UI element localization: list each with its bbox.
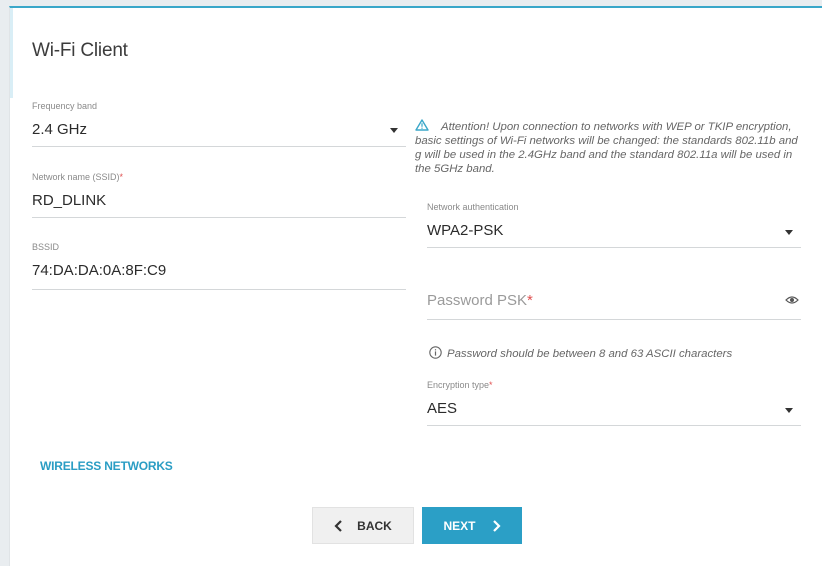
network-auth-label: Network authentication	[427, 202, 519, 212]
ssid-label: Network name (SSID)*	[32, 172, 124, 182]
password-hint-text: Password should be between 8 and 63 ASCI…	[447, 348, 733, 360]
frequency-band-select[interactable]: Frequency band 2.4 GHz	[32, 101, 406, 147]
wireless-networks-link[interactable]: WIRELESS NETWORKS	[40, 459, 173, 473]
chevron-down-icon	[390, 128, 398, 133]
bssid-field[interactable]: BSSID 74:DA:DA:0A:8F:C9	[32, 242, 406, 290]
network-auth-value: WPA2-PSK	[427, 222, 504, 239]
chevron-right-icon	[492, 519, 501, 532]
back-button[interactable]: BACK	[312, 507, 414, 544]
divider	[427, 247, 801, 248]
attention-text: Attention! Upon connection to networks w…	[415, 121, 798, 175]
next-button[interactable]: NEXT	[422, 507, 522, 544]
network-auth-select[interactable]: Network authentication WPA2-PSK	[427, 202, 801, 248]
chevron-left-icon	[334, 519, 342, 532]
divider	[32, 146, 406, 147]
ssid-value: RD_DLINK	[32, 192, 107, 209]
divider	[32, 289, 406, 290]
chevron-down-icon	[785, 408, 793, 413]
frequency-band-value: 2.4 GHz	[32, 121, 88, 138]
wifi-client-panel: Wi-Fi Client Frequency band 2.4 GHz Netw…	[9, 6, 822, 566]
frequency-band-label: Frequency band	[32, 101, 98, 111]
attention-note: Attention! Upon connection to networks w…	[415, 119, 807, 176]
info-icon	[429, 346, 442, 359]
page-title: Wi-Fi Client	[32, 40, 128, 61]
back-button-label: BACK	[357, 518, 392, 533]
next-button-label: NEXT	[443, 518, 476, 533]
bssid-value: 74:DA:DA:0A:8F:C9	[32, 262, 167, 279]
password-placeholder: Password PSK*	[427, 292, 533, 309]
warning-triangle-icon	[415, 119, 429, 131]
panel-accent	[10, 8, 13, 98]
divider	[427, 319, 801, 320]
divider	[32, 217, 406, 218]
divider	[427, 425, 801, 426]
password-psk-field[interactable]: Password PSK*	[427, 292, 801, 320]
eye-icon[interactable]	[785, 295, 799, 305]
encryption-type-select[interactable]: Encryption type* AES	[427, 380, 801, 426]
encryption-type-value: AES	[427, 400, 458, 417]
encryption-type-label: Encryption type*	[427, 380, 493, 390]
chevron-down-icon	[785, 230, 793, 235]
password-hint: Password should be between 8 and 63 ASCI…	[429, 346, 732, 360]
ssid-field[interactable]: Network name (SSID)* RD_DLINK	[32, 172, 406, 218]
bssid-label: BSSID	[32, 242, 60, 252]
